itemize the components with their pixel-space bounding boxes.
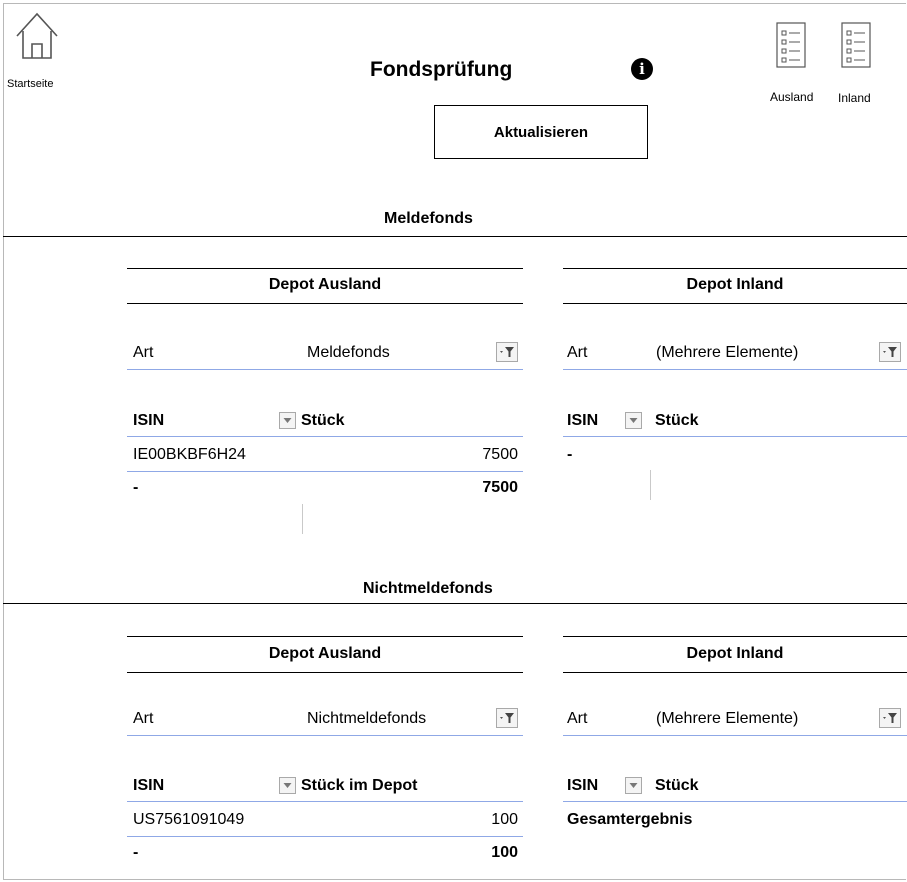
table-top-rule xyxy=(127,636,523,637)
table-row-text: - xyxy=(567,446,573,463)
row-rule xyxy=(127,471,523,472)
depot-header: Depot Ausland xyxy=(268,276,382,293)
total-label: - xyxy=(133,479,139,496)
filter-icon[interactable] xyxy=(879,708,901,728)
column-header-isin: ISIN xyxy=(567,777,599,794)
column-header-qty: Stück xyxy=(655,777,699,794)
filter-value[interactable]: (Mehrere Elemente) xyxy=(656,710,798,728)
table-top-rule xyxy=(127,268,523,269)
home-icon[interactable] xyxy=(14,10,60,62)
header-rule xyxy=(127,801,523,802)
home-label[interactable]: Startseite xyxy=(7,78,53,90)
table-top-rule xyxy=(563,268,907,269)
section-divider xyxy=(3,236,907,237)
dropdown-arrow-icon[interactable] xyxy=(625,412,642,429)
dropdown-arrow-icon[interactable] xyxy=(279,412,296,429)
section-title: Nichtmeldefonds xyxy=(363,580,493,597)
filter-rule xyxy=(127,369,523,370)
list-document-icon[interactable] xyxy=(776,22,806,68)
filter-rule xyxy=(563,369,907,370)
column-header-qty: Stück xyxy=(301,412,345,429)
table-row-qty: 7500 xyxy=(482,446,518,463)
row-rule xyxy=(127,836,523,837)
cell-divider xyxy=(650,470,651,500)
depot-header: Depot Ausland xyxy=(268,645,382,662)
column-header-qty: Stück im Depot xyxy=(301,777,418,794)
column-header-isin: ISIN xyxy=(567,412,599,429)
header-rule xyxy=(563,436,907,437)
section-title: Meldefonds xyxy=(384,210,473,227)
doc-label-ausland[interactable]: Ausland xyxy=(770,90,813,104)
filter-label: Art xyxy=(133,710,154,727)
list-document-icon[interactable] xyxy=(841,22,871,68)
depot-header: Depot Inland xyxy=(686,645,784,662)
section-divider xyxy=(3,603,907,604)
total-value: 7500 xyxy=(482,479,518,496)
page-title: Fondsprüfung xyxy=(370,58,513,81)
filter-rule xyxy=(563,735,907,736)
filter-label: Art xyxy=(567,344,588,361)
filter-rule xyxy=(127,735,523,736)
table-row-isin: US7561091049 xyxy=(133,811,245,828)
filter-label: Art xyxy=(133,344,154,361)
table-header-rule xyxy=(563,303,907,304)
filter-value[interactable]: Meldefonds xyxy=(307,344,390,362)
table-header-rule xyxy=(127,303,523,304)
header-rule xyxy=(563,801,907,802)
column-header-isin: ISIN xyxy=(133,777,165,794)
cell-divider xyxy=(302,504,303,534)
filter-icon[interactable] xyxy=(496,342,518,362)
filter-label: Art xyxy=(567,710,588,727)
table-row-isin: IE00BKBF6H24 xyxy=(133,446,246,463)
refresh-button[interactable]: Aktualisieren xyxy=(434,105,648,159)
total-value: 100 xyxy=(491,844,518,861)
table-header-rule xyxy=(127,672,523,673)
filter-icon[interactable] xyxy=(879,342,901,362)
filter-value[interactable]: Nichtmeldefonds xyxy=(307,710,426,728)
info-icon[interactable]: i xyxy=(631,58,653,80)
filter-value[interactable]: (Mehrere Elemente) xyxy=(656,344,798,362)
column-header-qty: Stück xyxy=(655,412,699,429)
grand-total-label: Gesamtergebnis xyxy=(567,811,693,828)
dropdown-arrow-icon[interactable] xyxy=(279,777,296,794)
table-row-qty: 100 xyxy=(491,811,518,828)
dropdown-arrow-icon[interactable] xyxy=(625,777,642,794)
filter-icon[interactable] xyxy=(496,708,518,728)
table-header-rule xyxy=(563,672,907,673)
header-rule xyxy=(127,436,523,437)
table-top-rule xyxy=(563,636,907,637)
column-header-isin: ISIN xyxy=(133,412,165,429)
depot-header: Depot Inland xyxy=(686,276,784,293)
total-label: - xyxy=(133,844,139,861)
doc-label-inland[interactable]: Inland xyxy=(838,91,871,105)
